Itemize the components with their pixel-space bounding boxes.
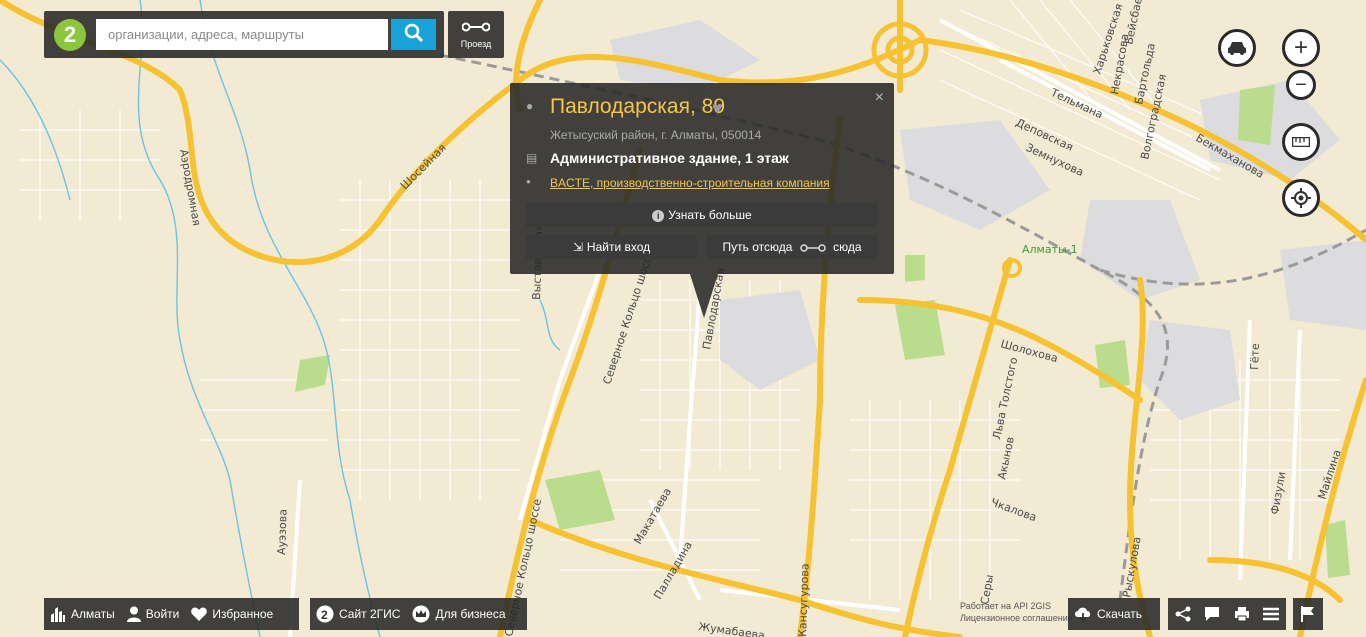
plus-icon: + [1293,34,1308,61]
crown-icon [412,605,430,623]
search-button[interactable] [391,19,436,50]
bullet-icon: ● [526,177,531,186]
favorites-button[interactable]: Избранное [185,598,279,630]
favorite-heart-icon[interactable]: ♥ [712,98,723,119]
comment-icon[interactable] [1204,606,1220,622]
2gis-icon: 2 [316,605,334,623]
popup-building-type: Административное здание, 1 этаж [550,150,789,166]
learn-more-button[interactable]: i Узнать больше [526,203,878,227]
station-label: Алматы-1 [1022,243,1078,256]
locate-button[interactable] [1282,179,1320,217]
company-link[interactable]: BACTE, производственно-строительная комп… [550,176,830,190]
city-icon [51,607,65,622]
street-label: Ауэзова [275,509,290,555]
zoom-out-button[interactable]: − [1286,70,1316,100]
report-button[interactable] [1293,598,1323,630]
user-icon [126,606,141,622]
pin-icon: ● [526,99,534,113]
find-entrance-button[interactable]: ⇲ Найти вход [526,235,697,259]
route-from-to-button[interactable]: Путь отсюда сюда [706,235,878,259]
street-label: Гёте [1248,343,1262,370]
learn-more-label: Узнать больше [668,208,752,222]
business-label: Для бизнеса [435,607,506,621]
license-link[interactable]: Лицензионное соглашение [960,612,1073,624]
locate-icon [1291,188,1311,208]
site-label: Сайт 2ГИС [339,607,401,621]
car-icon [1228,42,1246,55]
route-button[interactable]: Проезд [448,11,504,58]
2gis-logo[interactable]: 2 [54,19,86,51]
street-label: Кансугурова [796,563,812,637]
traffic-button[interactable] [1218,29,1256,67]
route-from-label[interactable]: Путь отсюда [723,240,793,254]
ruler-button[interactable] [1282,123,1320,161]
zoom-in-button[interactable]: + [1282,29,1320,67]
city-label: Алматы [71,607,115,621]
cloud-download-icon [1075,607,1091,622]
route-icon [799,244,826,252]
popup-address: Жетысуский район, г. Алматы, 050014 [550,128,762,142]
for-business-link[interactable]: Для бизнеса [406,598,511,630]
legal-info: Работает на API 2GIS Лицензионное соглаш… [960,600,1073,624]
route-icon [462,22,490,32]
popup-title: Павлодарская, 89 [550,95,725,118]
ruler-icon [1292,137,1310,147]
search-icon [404,23,423,43]
share-icon[interactable] [1175,606,1191,622]
minus-icon: − [1295,74,1307,96]
place-popup: × ● Павлодарская, 89 ♥ Жетысуский район,… [510,83,894,318]
building-icon: ▤ [526,151,538,165]
entrance-icon: ⇲ [572,240,583,254]
city-button[interactable]: Алматы [44,598,121,630]
site-2gis-link[interactable]: 2 Сайт 2ГИС [310,598,406,630]
close-button[interactable]: × [875,89,884,107]
login-label: Войти [145,607,180,621]
download-label: Скачать [1097,607,1142,621]
print-icon[interactable] [1234,606,1250,622]
search-input[interactable] [96,19,388,50]
find-entrance-label: Найти вход [586,240,651,254]
favorites-label: Избранное [212,607,274,621]
api-credit[interactable]: Работает на API 2GIS [960,600,1073,612]
login-button[interactable]: Войти [121,598,186,630]
flag-icon [1301,606,1314,622]
svg-text:2: 2 [321,608,328,622]
bottom-bar-links: 2 Сайт 2ГИС Для бизнеса [310,598,527,630]
menu-icon[interactable] [1263,607,1280,621]
route-label: Проезд [460,39,492,49]
info-icon: i [652,210,665,222]
download-button[interactable]: Скачать [1068,598,1160,630]
search-panel: 2 [44,11,444,58]
heart-icon [191,607,208,621]
route-to-label[interactable]: сюда [833,240,861,254]
bottom-bar-tools [1168,598,1286,630]
bottom-bar-user: Алматы Войти Избранное [44,598,299,630]
popup-pointer [690,274,718,318]
